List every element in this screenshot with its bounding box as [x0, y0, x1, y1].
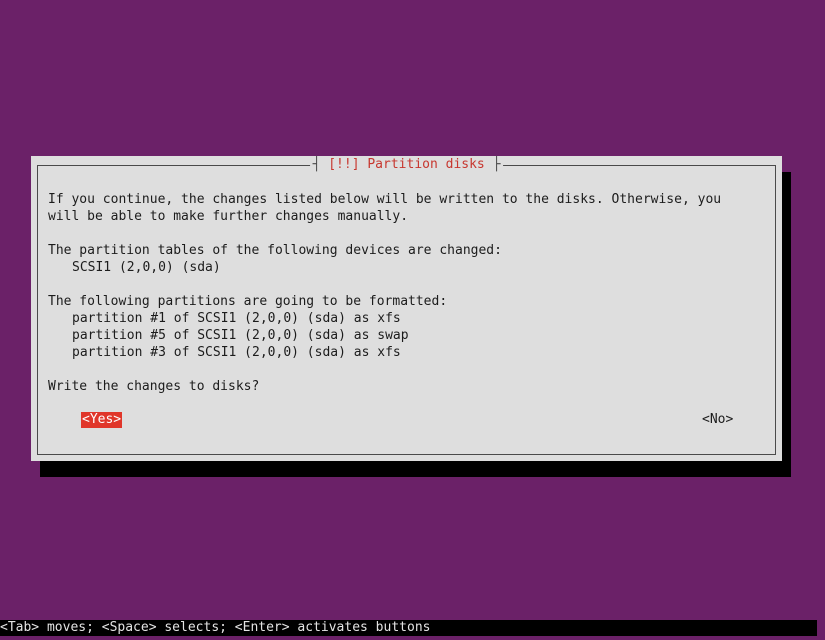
dialog-body: If you continue, the changes listed belo… [48, 191, 768, 395]
dialog-title: ┤ [!!] Partition disks ├ [309, 157, 504, 173]
yes-button[interactable]: <Yes> [81, 412, 123, 428]
write-question: Write the changes to disks? [48, 379, 260, 394]
dialog-title-text: [!!] Partition disks [328, 157, 485, 172]
partition-disks-dialog: ┤ [!!] Partition disks ├ If you continue… [31, 156, 782, 461]
changed-device: SCSI1 (2,0,0) (sda) [72, 260, 221, 275]
intro-line-2: will be able to make further changes man… [48, 209, 409, 224]
no-button[interactable]: <No> [701, 412, 734, 428]
intro-line-1: If you continue, the changes listed belo… [48, 192, 722, 207]
partition-item: partition #3 of SCSI1 (2,0,0) (sda) as x… [72, 345, 401, 360]
help-statusbar: <Tab> moves; <Space> selects; <Enter> ac… [0, 620, 817, 636]
partition-tables-heading: The partition tables of the following de… [48, 243, 502, 258]
installer-screen: ┤ [!!] Partition disks ├ If you continue… [0, 0, 825, 640]
dialog-buttons: <Yes> <No> [31, 412, 782, 430]
title-left-bracket: ┤ [312, 157, 321, 172]
partition-item: partition #5 of SCSI1 (2,0,0) (sda) as s… [72, 328, 409, 343]
partition-item: partition #1 of SCSI1 (2,0,0) (sda) as x… [72, 311, 401, 326]
format-heading: The following partitions are going to be… [48, 294, 448, 309]
title-right-bracket: ├ [492, 157, 501, 172]
